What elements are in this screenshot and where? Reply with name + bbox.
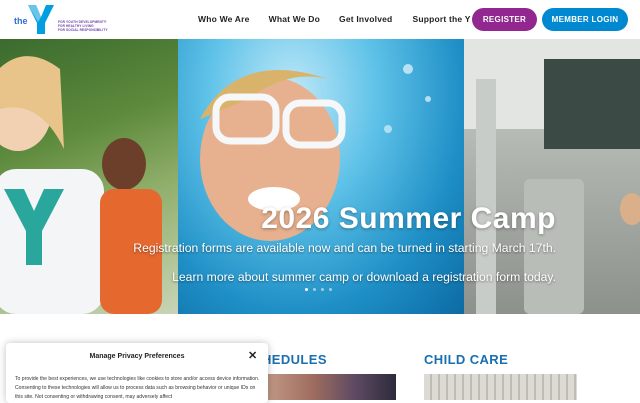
carousel-dot[interactable] xyxy=(305,288,308,291)
hero-cta-text[interactable]: Learn more about summer camp or download… xyxy=(172,270,556,284)
camper-shirt-illustration xyxy=(0,56,162,314)
carousel-dot[interactable] xyxy=(329,288,332,291)
child-care-thumbnail[interactable] xyxy=(424,374,577,400)
nav-get-involved[interactable]: Get Involved xyxy=(339,14,392,24)
register-button[interactable]: REGISTER xyxy=(472,8,537,31)
privacy-text: To provide the best experiences, we use … xyxy=(15,376,260,400)
carousel-dot[interactable] xyxy=(321,288,324,291)
ymca-logo[interactable]: the FOR YOUTH DEVELOPMENT® FOR HEALTHY L… xyxy=(12,3,112,35)
child-care-heading[interactable]: CHILD CARE xyxy=(424,352,508,367)
privacy-title: Manage Privacy Preferences xyxy=(89,353,185,360)
privacy-dialog: Manage Privacy Preferences ✕ To provide … xyxy=(6,343,268,403)
schedules-heading[interactable]: HEDULES xyxy=(262,352,327,367)
logo-tagline: FOR SOCIAL RESPONSIBILITY xyxy=(58,28,108,32)
nav-what-we-do[interactable]: What We Do xyxy=(269,14,320,24)
main-nav: Who We Are What We Do Get Involved Suppo… xyxy=(198,14,471,24)
carousel-dots xyxy=(305,288,332,291)
hero-carousel[interactable]: 2026 Summer Camp Registration forms are … xyxy=(0,39,640,314)
nav-support-the-y[interactable]: Support the Y xyxy=(412,14,470,24)
y-logo-icon xyxy=(28,5,54,34)
hero-subtitle: Registration forms are available now and… xyxy=(133,241,556,255)
member-login-button[interactable]: MEMBER LOGIN xyxy=(542,8,628,31)
hero-photo-campers xyxy=(0,39,178,314)
nav-who-we-are[interactable]: Who We Are xyxy=(198,14,250,24)
schedules-thumbnail[interactable] xyxy=(259,374,396,400)
site-header: the FOR YOUTH DEVELOPMENT® FOR HEALTHY L… xyxy=(0,0,640,39)
close-icon[interactable]: ✕ xyxy=(248,351,257,362)
logo-taglines: FOR YOUTH DEVELOPMENT® FOR HEALTHY LIVIN… xyxy=(58,20,108,32)
carousel-dot[interactable] xyxy=(313,288,316,291)
hero-title: 2026 Summer Camp xyxy=(261,202,556,235)
